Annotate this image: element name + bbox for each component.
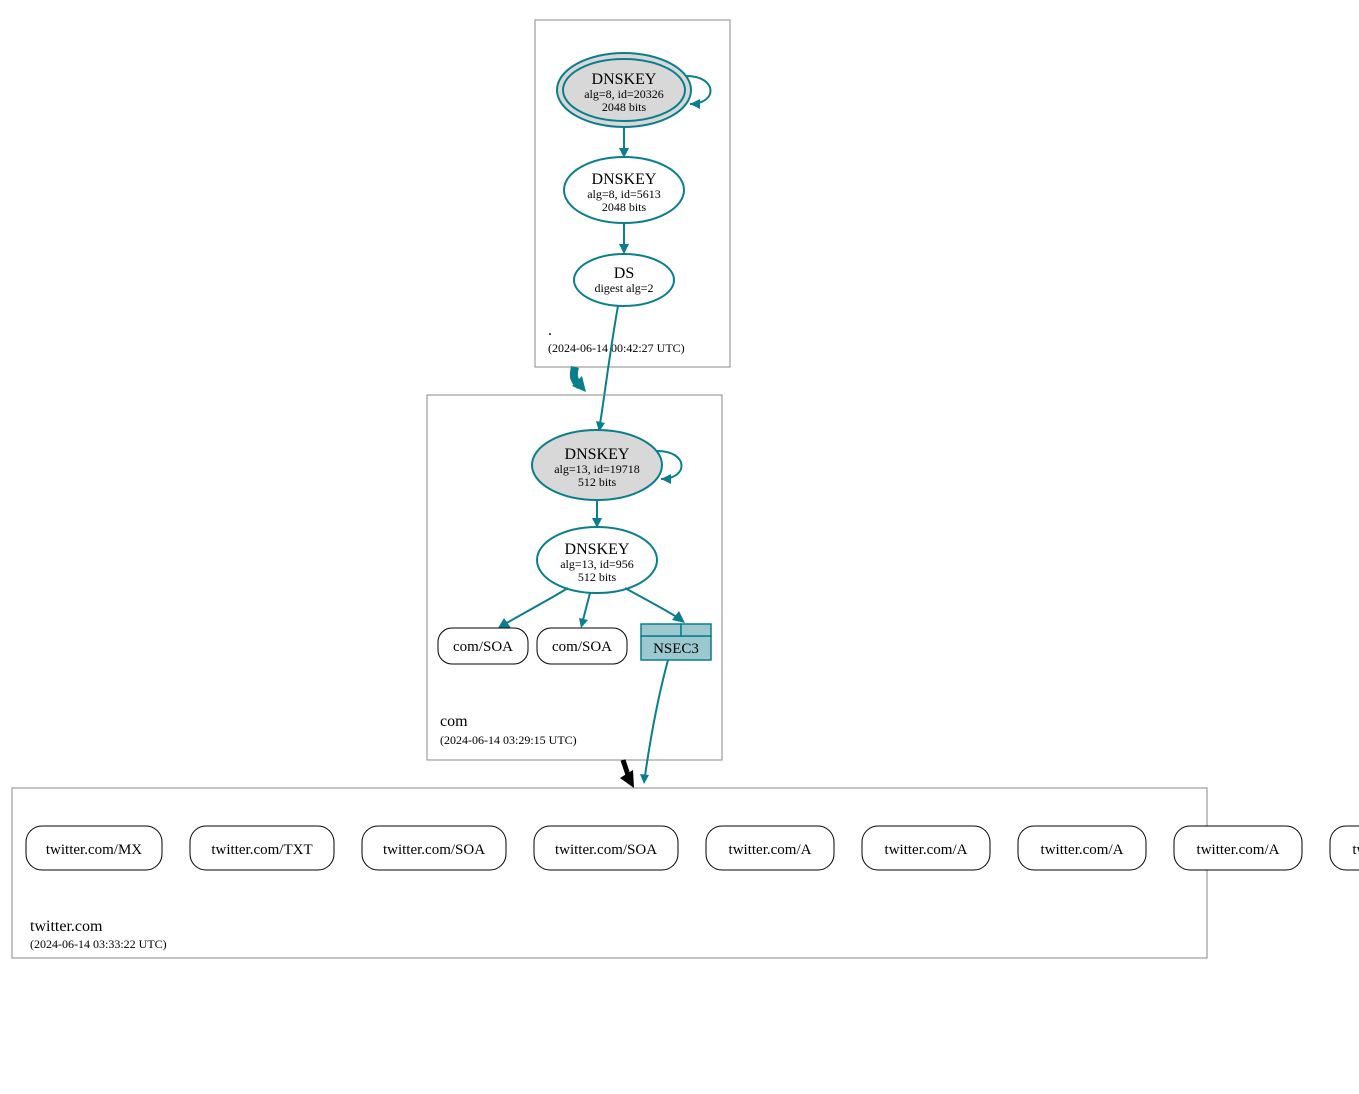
com-ksk-title: DNSKEY (565, 446, 630, 463)
root-zsk-title: DNSKEY (592, 171, 657, 188)
twitter-record: twitter.com/A (862, 826, 990, 870)
twitter-record-label: twitter.com/A (729, 842, 812, 858)
twitter-record: twitter.com/TXT (190, 826, 334, 870)
svg-text:NSEC3: NSEC3 (653, 641, 699, 657)
root-ds-alg: digest alg=2 (594, 281, 653, 295)
edge-com-nsec3-to-twitter (645, 660, 668, 776)
node-com-nsec3: NSEC3 (641, 624, 711, 660)
node-com-ksk: DNSKEY alg=13, id=19718 512 bits (532, 430, 662, 500)
twitter-record-label: twitter.com/MX (46, 842, 142, 858)
edge-com-to-twitter-deleg (623, 760, 628, 775)
com-zsk-bits: 512 bits (578, 570, 617, 584)
svg-text:com/SOA: com/SOA (552, 639, 612, 655)
com-zsk-title: DNSKEY (565, 541, 630, 558)
zone-com: DNSKEY alg=13, id=19718 512 bits DNSKEY … (427, 395, 722, 760)
node-root-zsk: DNSKEY alg=8, id=5613 2048 bits (564, 157, 684, 223)
twitter-record-label: twitter.com/TXT (211, 842, 312, 858)
zone-twitter-timestamp: (2024-06-14 03:33:22 UTC) (30, 937, 167, 951)
zone-twitter: twitter.com/MX twitter.com/TXT twitter.com… (12, 788, 1359, 958)
svg-text:com/SOA: com/SOA (453, 639, 513, 655)
zone-root-name: . (548, 322, 552, 339)
com-ksk-alg: alg=13, id=19718 (554, 462, 640, 476)
com-zsk-alg: alg=13, id=956 (560, 557, 634, 571)
twitter-record-label: twitter.com/A (1041, 842, 1124, 858)
edge-com-zsk-soa2 (583, 593, 590, 620)
edge-com-zsk-soa1 (505, 588, 568, 624)
twitter-records-row: twitter.com/MX twitter.com/TXT twitter.com… (26, 826, 1359, 870)
node-com-soa2: com/SOA (537, 628, 627, 664)
twitter-record-label: twitter.com/SOA (555, 842, 657, 858)
root-ksk-bits: 2048 bits (602, 100, 647, 114)
dnssec-auth-graph: DNSKEY alg=8, id=20326 2048 bits DNSKEY … (0, 0, 1359, 1094)
zone-com-name: com (440, 713, 468, 730)
zone-twitter-name: twitter.com (30, 918, 103, 935)
twitter-record: twitter.com/A (1018, 826, 1146, 870)
twitter-record: twitter.com/SOA (362, 826, 506, 870)
twitter-record: twitter.com/NS (1330, 826, 1359, 870)
node-com-soa1: com/SOA (438, 628, 528, 664)
node-root-ksk: DNSKEY alg=8, id=20326 2048 bits (557, 53, 691, 127)
root-ksk-title: DNSKEY (592, 71, 657, 88)
twitter-record: twitter.com/MX (26, 826, 162, 870)
root-ds-title: DS (614, 265, 634, 282)
node-root-ds: DS digest alg=2 (574, 254, 674, 306)
zone-root-timestamp: (2024-06-14 00:42:27 UTC) (548, 341, 685, 355)
edge-com-zsk-nsec3 (625, 588, 678, 618)
zone-com-timestamp: (2024-06-14 03:29:15 UTC) (440, 733, 577, 747)
zone-root: DNSKEY alg=8, id=20326 2048 bits DNSKEY … (535, 20, 730, 367)
node-com-zsk: DNSKEY alg=13, id=956 512 bits (537, 527, 657, 593)
twitter-record: twitter.com/A (1174, 826, 1302, 870)
twitter-record-label: twitter.com/A (1197, 842, 1280, 858)
twitter-record-label: twitter.com/NS (1352, 842, 1359, 858)
twitter-record-label: twitter.com/SOA (383, 842, 485, 858)
root-zsk-alg: alg=8, id=5613 (587, 187, 661, 201)
com-ksk-bits: 512 bits (578, 475, 617, 489)
twitter-record: twitter.com/A (706, 826, 834, 870)
edge-root-ds-to-com-ksk (600, 306, 618, 424)
twitter-record: twitter.com/SOA (534, 826, 678, 870)
root-ksk-alg: alg=8, id=20326 (584, 87, 664, 101)
twitter-record-label: twitter.com/A (885, 842, 968, 858)
root-zsk-bits: 2048 bits (602, 200, 647, 214)
